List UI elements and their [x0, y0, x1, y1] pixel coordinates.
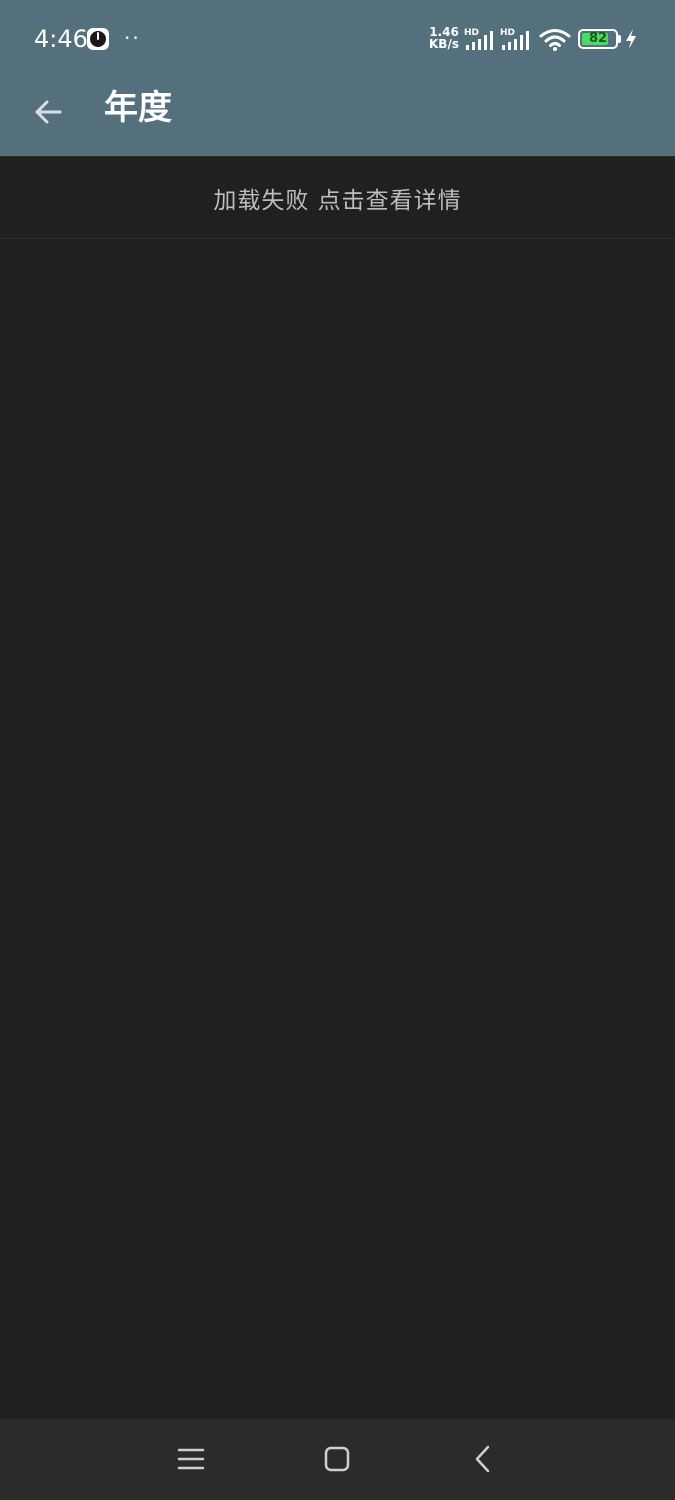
nav-back-button[interactable] — [461, 1437, 505, 1481]
back-chevron-icon — [475, 1445, 490, 1473]
battery-tip — [618, 35, 621, 43]
signal-hd-label-2: HD — [500, 28, 515, 38]
signal-icon-2: HD — [500, 28, 529, 50]
toolbar: 年度 — [0, 78, 675, 156]
back-button[interactable] — [20, 84, 76, 140]
screen: 4:46 ·· 1.46 KB/s HD HD 82 年度 加载失败 点击查看详… — [0, 0, 675, 1500]
nav-menu-button[interactable] — [169, 1437, 213, 1481]
arrow-left-icon — [35, 100, 62, 124]
menu-icon — [177, 1448, 205, 1470]
home-icon — [324, 1446, 350, 1472]
load-error-text: 加载失败 点击查看详情 — [213, 187, 462, 214]
app-header: 4:46 ·· 1.46 KB/s HD HD 82 年度 — [0, 0, 675, 156]
notification-dots: ·· — [124, 26, 141, 50]
battery-level: 82 — [588, 31, 608, 46]
charging-bolt-icon — [626, 29, 636, 49]
network-speed-unit: KB/s — [429, 37, 459, 51]
page-title: 年度 — [104, 88, 172, 128]
battery-icon: 82 — [578, 29, 621, 49]
signal-icon: HD — [464, 28, 493, 50]
status-bar: 4:46 ·· 1.46 KB/s HD HD 82 — [0, 0, 675, 78]
content-area — [0, 239, 675, 1419]
clock-icon — [87, 28, 109, 50]
signal-hd-label: HD — [464, 28, 479, 38]
status-time: 4:46 — [34, 25, 88, 53]
network-speed: 1.46 KB/s — [427, 26, 461, 50]
wifi-icon — [539, 29, 571, 51]
nav-home-button[interactable] — [315, 1437, 359, 1481]
load-error-banner[interactable]: 加载失败 点击查看详情 — [0, 156, 675, 239]
system-nav-bar — [0, 1419, 675, 1500]
